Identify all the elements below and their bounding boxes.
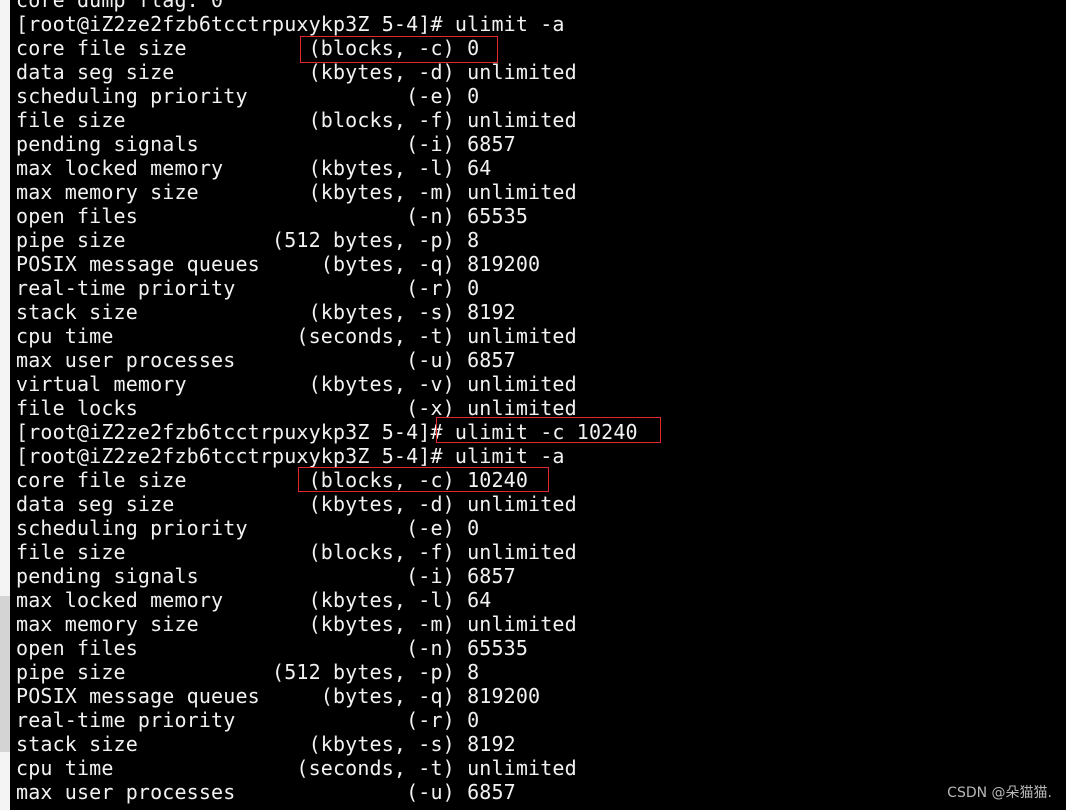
output-line: file size (blocks, -f) unlimited	[16, 108, 577, 132]
output-line: stack size (kbytes, -s) 8192	[16, 300, 516, 324]
output-line: POSIX message queues (bytes, -q) 819200	[16, 684, 541, 708]
terminal-window[interactable]: core dump flag: 0 [root@iZ2ze2fzb6tcctrpu…	[10, 0, 1066, 810]
output-line: core dump flag: 0	[16, 0, 224, 12]
output-line: pipe size (512 bytes, -p) 8	[16, 228, 480, 252]
output-line: max locked memory (kbytes, -l) 64	[16, 156, 492, 180]
output-line: pipe size (512 bytes, -p) 8	[16, 660, 480, 684]
output-line: data seg size (kbytes, -d) unlimited	[16, 492, 577, 516]
window-edge	[0, 0, 10, 810]
output-line: POSIX message queues (bytes, -q) 819200	[16, 252, 541, 276]
output-line: real-time priority (-r) 0	[16, 708, 480, 732]
output-line: real-time priority (-r) 0	[16, 276, 480, 300]
prompt-line: [root@iZ2ze2fzb6tcctrpuxykp3Z 5-4]# ulim…	[16, 12, 565, 36]
output-line: max memory size (kbytes, -m) unlimited	[16, 612, 577, 636]
output-line: scheduling priority (-e) 0	[16, 516, 480, 540]
highlight-ulimit-command	[436, 417, 661, 443]
watermark: CSDN @朵猫猫.	[947, 785, 1052, 801]
output-line: virtual memory (kbytes, -v) unlimited	[16, 372, 577, 396]
output-line: open files (-n) 65535	[16, 636, 529, 660]
output-line: pending signals (-i) 6857	[16, 564, 516, 588]
output-line: open files (-n) 65535	[16, 204, 529, 228]
output-line: max user processes (-u) 6857	[16, 780, 516, 804]
output-line: max user processes (-u) 6857	[16, 348, 516, 372]
output-line: file size (blocks, -f) unlimited	[16, 540, 577, 564]
output-line: data seg size (kbytes, -d) unlimited	[16, 60, 577, 84]
output-line: pending signals (-i) 6857	[16, 132, 516, 156]
scrollbar-track	[0, 596, 10, 752]
output-line: cpu time (seconds, -t) unlimited	[16, 756, 577, 780]
output-line: max memory size (kbytes, -m) unlimited	[16, 180, 577, 204]
prompt-line: [root@iZ2ze2fzb6tcctrpuxykp3Z 5-4]# ulim…	[16, 444, 565, 468]
terminal-output: core dump flag: 0 [root@iZ2ze2fzb6tcctrpu…	[16, 0, 638, 804]
output-line: cpu time (seconds, -t) unlimited	[16, 324, 577, 348]
highlight-core-size-before	[300, 36, 498, 63]
highlight-core-size-after	[298, 467, 549, 492]
output-line: scheduling priority (-e) 0	[16, 84, 480, 108]
output-line: stack size (kbytes, -s) 8192	[16, 732, 516, 756]
output-line: max locked memory (kbytes, -l) 64	[16, 588, 492, 612]
